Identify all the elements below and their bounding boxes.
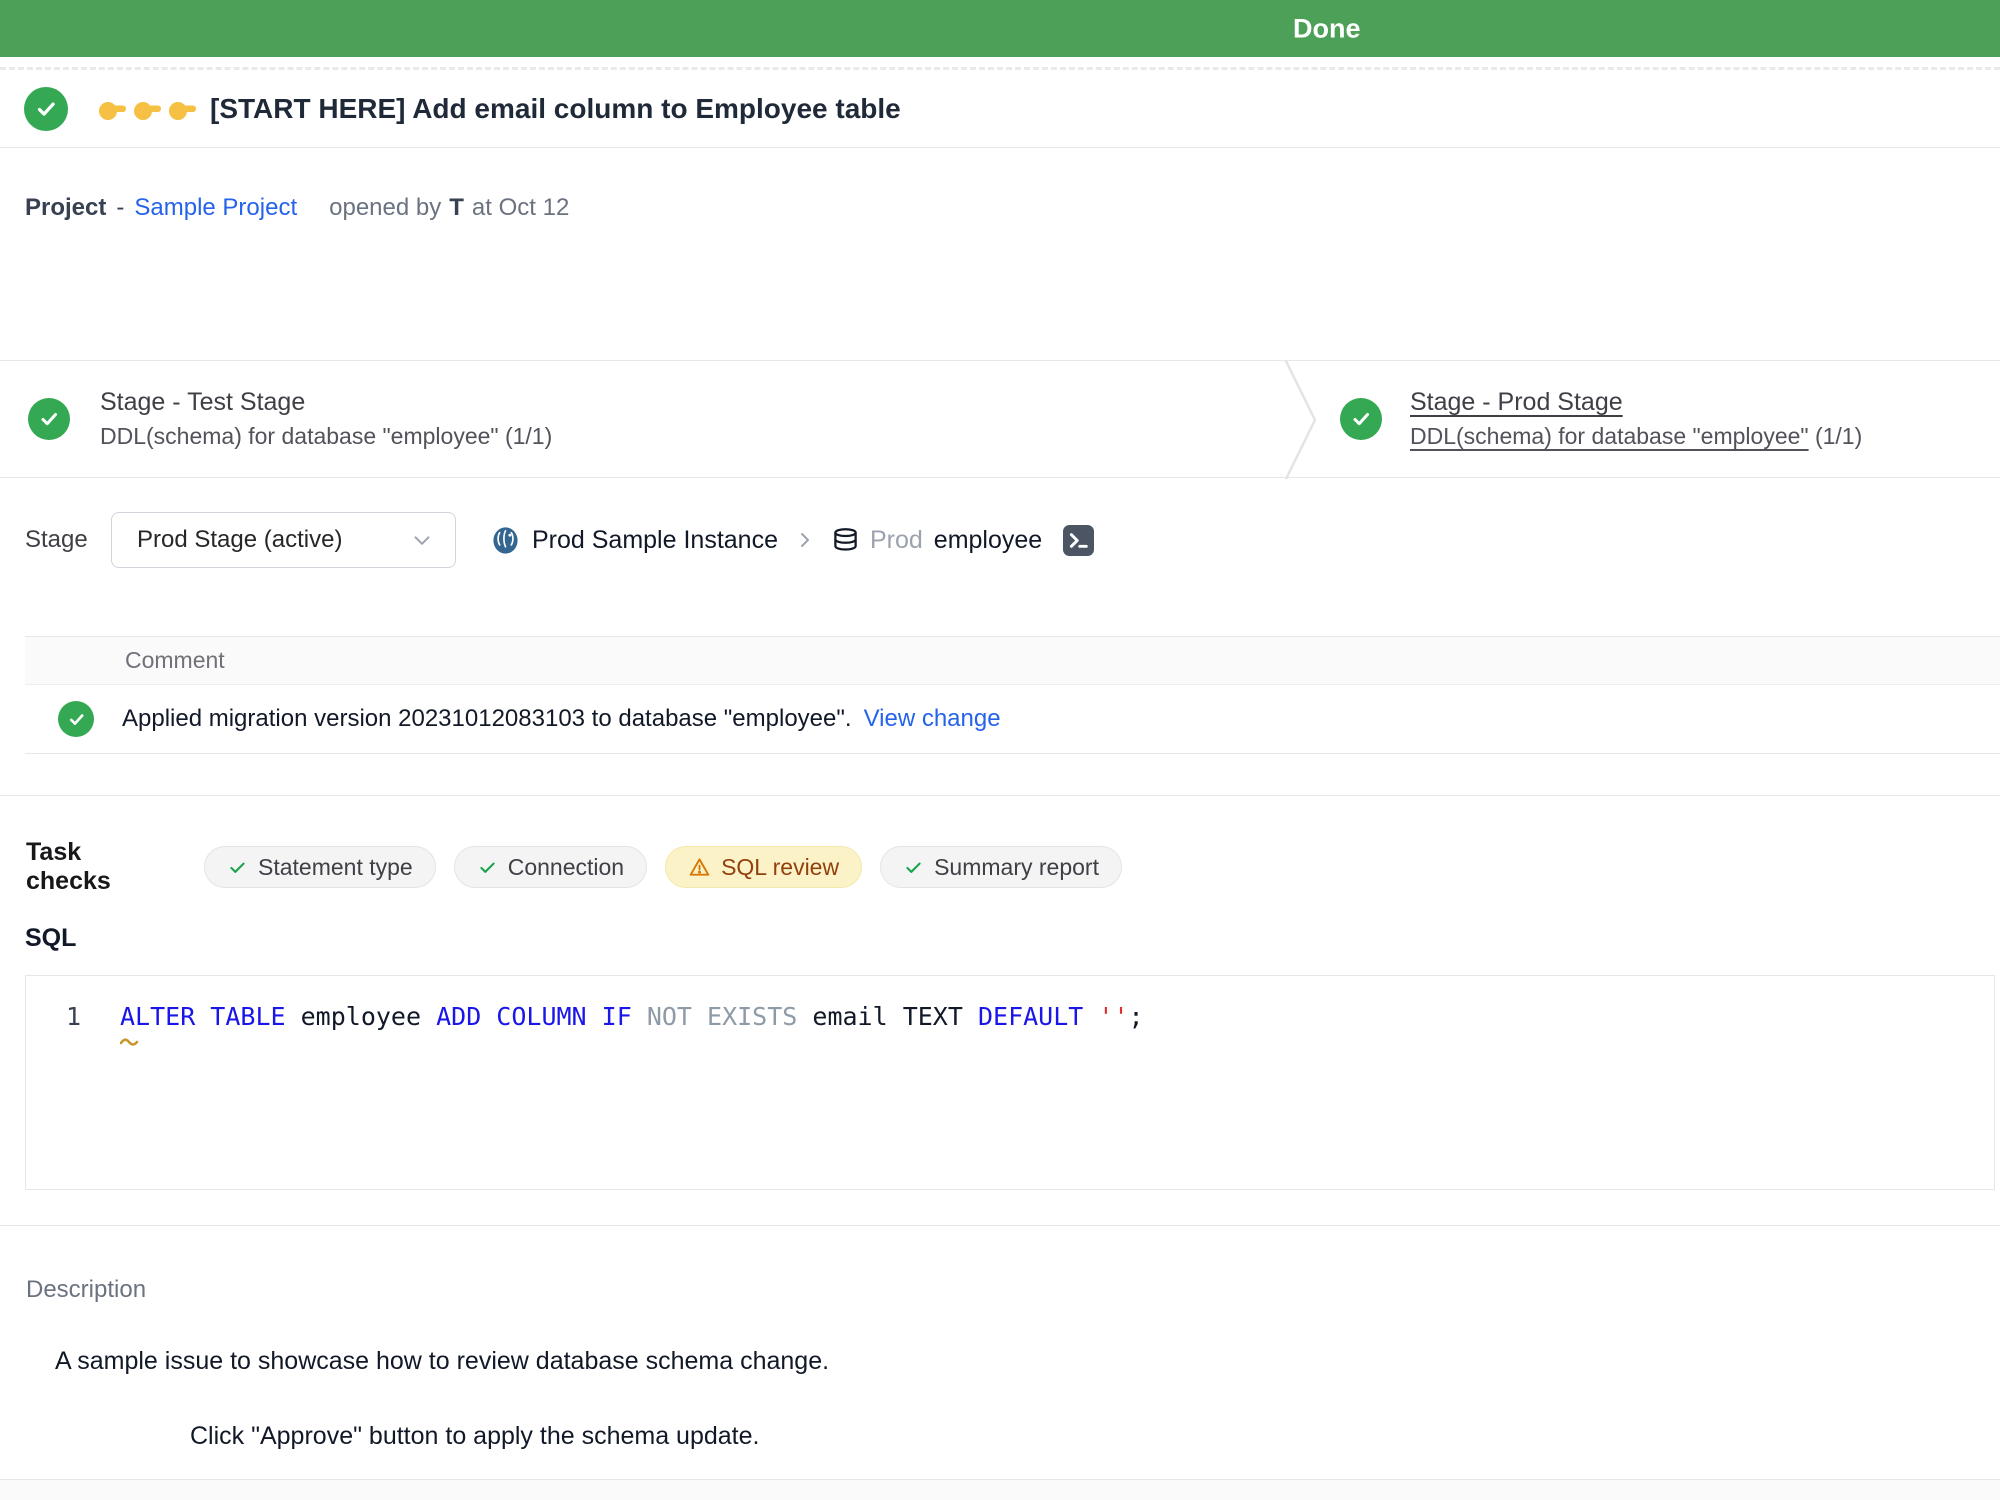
project-link[interactable]: Sample Project <box>134 194 297 222</box>
instance-link[interactable]: Prod Sample Instance <box>532 526 778 555</box>
stage-prod-task-count: (1/1) <box>1815 423 1862 449</box>
comment-header-label: Comment <box>125 647 225 674</box>
stage-test-title: Stage - Test Stage <box>100 388 552 417</box>
pipeline-stage-band: Stage - Test Stage DDL(schema) for datab… <box>0 360 2000 478</box>
sql-statement: ALTER TABLE employee ADD COLUMN IF NOT E… <box>120 1000 1144 1034</box>
line-number: 1 <box>26 1000 81 1034</box>
sql-code-line: 1 ALTER TABLE employee ADD COLUMN IF NOT… <box>26 1000 1994 1034</box>
sql-editor: 1 ALTER TABLE employee ADD COLUMN IF NOT… <box>25 975 1995 1190</box>
check-badge-summary-report[interactable]: Summary report <box>880 846 1122 888</box>
check-badge-label: Connection <box>508 854 624 881</box>
task-checks-row: Task checks Statement type Connection SQ… <box>0 846 2000 888</box>
check-badge-statement-type[interactable]: Statement type <box>204 846 436 888</box>
project-label: Project <box>25 194 106 222</box>
issue-title: [START HERE] Add email column to Employe… <box>96 93 901 125</box>
check-icon <box>477 857 498 878</box>
check-badge-sql-review[interactable]: SQL review <box>665 846 862 888</box>
view-change-link[interactable]: View change <box>864 705 1001 732</box>
check-badge-label: Summary report <box>934 854 1099 881</box>
comment-status-check-icon <box>58 701 94 737</box>
status-banner: Done <box>0 0 2000 57</box>
comment-entry-row: Applied migration version 20231012083103… <box>25 685 2000 753</box>
issue-header: [START HERE] Add email column to Employe… <box>0 70 2000 148</box>
comment-entry-text: Applied migration version 20231012083103… <box>122 705 1001 733</box>
stage-test-subtitle: DDL(schema) for database "employee" (1/1… <box>100 423 552 450</box>
sql-console-icon[interactable] <box>1063 525 1094 556</box>
project-dash: - <box>116 194 124 222</box>
section-divider <box>0 795 2000 796</box>
stage-select-dropdown[interactable]: Prod Stage (active) <box>111 512 456 568</box>
issue-detail-page: Done [START HERE] Add email column to Em… <box>0 0 2000 1500</box>
pointing-right-emoji <box>96 93 198 125</box>
check-badge-label: Statement type <box>258 854 413 881</box>
alert-triangle-icon <box>688 856 711 879</box>
stage-select-value: Prod Stage (active) <box>137 526 342 554</box>
stage-prod-check-icon <box>1340 398 1382 440</box>
comment-section: Comment Applied migration version 202310… <box>25 636 2000 754</box>
stage-selector-label: Stage <box>25 526 87 554</box>
database-icon <box>832 527 859 554</box>
issue-title-text: [START HERE] Add email column to Employe… <box>210 93 901 125</box>
check-icon <box>227 857 248 878</box>
creator-name: T <box>449 194 464 222</box>
sql-review-warning-squiggle-icon <box>120 1036 142 1046</box>
comment-header: Comment <box>25 637 2000 685</box>
issue-done-check-icon <box>24 87 68 131</box>
description-paragraph: A sample issue to showcase how to review… <box>55 1347 2000 1379</box>
stage-prod-title-link[interactable]: Stage - Prod Stage <box>1410 388 1862 417</box>
database-link[interactable]: employee <box>934 526 1042 555</box>
project-row: Project - Sample Project opened by T at … <box>0 193 2000 223</box>
status-banner-label: Done <box>1293 13 1361 44</box>
task-checks-label: Task checks <box>26 838 156 896</box>
description-label: Description <box>0 1276 2000 1306</box>
check-icon <box>903 857 924 878</box>
chevron-down-icon <box>409 527 435 553</box>
postgresql-logo-icon <box>490 525 521 556</box>
database-breadcrumb: Prod Sample Instance Prod employee <box>490 525 1094 556</box>
chevron-right-icon <box>793 528 817 552</box>
description-paragraph: Click "Approve" button to apply the sche… <box>190 1422 2000 1454</box>
stage-prod-subtitle: DDL(schema) for database "employee" (1/1… <box>1410 423 1862 450</box>
description-section: Description A sample issue to showcase h… <box>0 1276 2000 1454</box>
stage-test-stage[interactable]: Stage - Test Stage DDL(schema) for datab… <box>0 388 552 450</box>
sql-section-label: SQL <box>0 924 2000 956</box>
section-divider <box>0 1225 2000 1226</box>
database-environment: Prod <box>870 526 923 555</box>
stage-test-check-icon <box>28 398 70 440</box>
page-bottom-divider <box>0 1479 2000 1500</box>
stage-selector-row: Stage Prod Stage (active) Prod Sample In… <box>0 511 2000 569</box>
stage-prod-stage[interactable]: Stage - Prod Stage DDL(schema) for datab… <box>1340 361 1862 477</box>
stage-prod-task-link[interactable]: DDL(schema) for database "employee" <box>1410 423 1809 449</box>
check-badge-connection[interactable]: Connection <box>454 846 647 888</box>
opened-at-text: at Oct 12 <box>472 194 569 222</box>
stage-separator-chevron-icon <box>1283 361 1319 479</box>
opened-by-text: opened by <box>329 194 441 222</box>
check-badge-label: SQL review <box>721 854 839 881</box>
